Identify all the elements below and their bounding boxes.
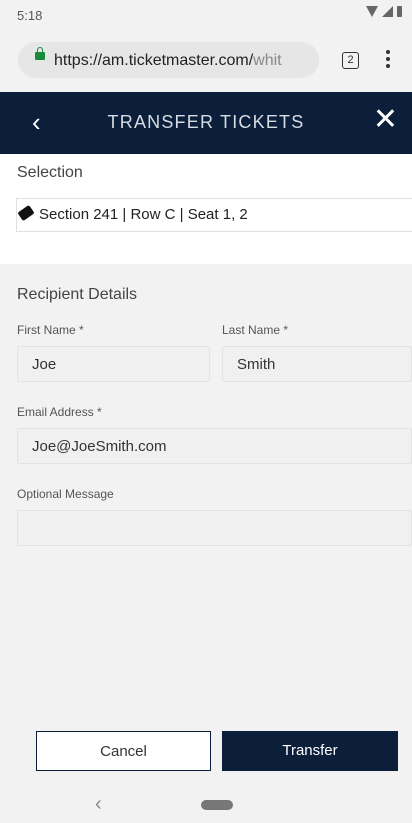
last-name-label: Last Name * <box>222 323 289 337</box>
overflow-menu-icon[interactable] <box>386 50 390 71</box>
first-name-label: First Name * <box>17 323 84 337</box>
signal-icon <box>382 6 393 17</box>
selection-label: Selection <box>17 164 83 181</box>
email-field[interactable] <box>17 428 412 464</box>
email-label: Email Address * <box>17 405 102 419</box>
optional-message-label: Optional Message <box>17 487 114 501</box>
transfer-button[interactable]: Transfer <box>222 731 398 771</box>
url-main: https://am.ticketmaster.com/ <box>54 52 254 69</box>
battery-icon <box>397 6 402 17</box>
address-bar[interactable]: https://am.ticketmaster.com/whit <box>18 42 319 78</box>
recipient-heading: Recipient Details <box>17 286 138 303</box>
nav-home-icon[interactable] <box>201 800 233 810</box>
status-bar: 5:18 <box>0 0 412 30</box>
selection-box[interactable]: Section 241 | Row C | Seat 1, 2 <box>16 198 412 232</box>
status-time: 5:18 <box>17 8 43 23</box>
page-header: ‹ TRANSFER TICKETS ✕ <box>0 92 412 154</box>
recipient-details-section: Recipient Details First Name * Last Name… <box>0 264 412 717</box>
url-dim: whit <box>253 52 282 69</box>
last-name-field[interactable] <box>222 346 412 382</box>
selection-section: Selection Section 241 | Row C | Seat 1, … <box>0 154 412 264</box>
action-footer: Cancel Transfer <box>0 717 412 790</box>
system-nav-bar: ‹ <box>0 790 412 823</box>
tab-count-button[interactable]: 2 <box>342 52 359 69</box>
nav-back-icon[interactable]: ‹ <box>95 793 102 816</box>
url-text[interactable]: https://am.ticketmaster.com/whit <box>54 52 282 70</box>
browser-toolbar: https://am.ticketmaster.com/whit 2 <box>0 30 412 92</box>
first-name-field[interactable] <box>17 346 210 382</box>
status-icons <box>366 6 402 17</box>
page-title: TRANSFER TICKETS <box>107 112 305 132</box>
close-button[interactable]: ✕ <box>373 104 398 136</box>
lock-icon <box>35 47 45 60</box>
ticket-icon <box>17 204 35 222</box>
selection-value: Section 241 | Row C | Seat 1, 2 <box>39 206 248 223</box>
cancel-button[interactable]: Cancel <box>36 731 211 771</box>
optional-message-field[interactable] <box>17 510 412 546</box>
wifi-icon <box>366 6 378 17</box>
